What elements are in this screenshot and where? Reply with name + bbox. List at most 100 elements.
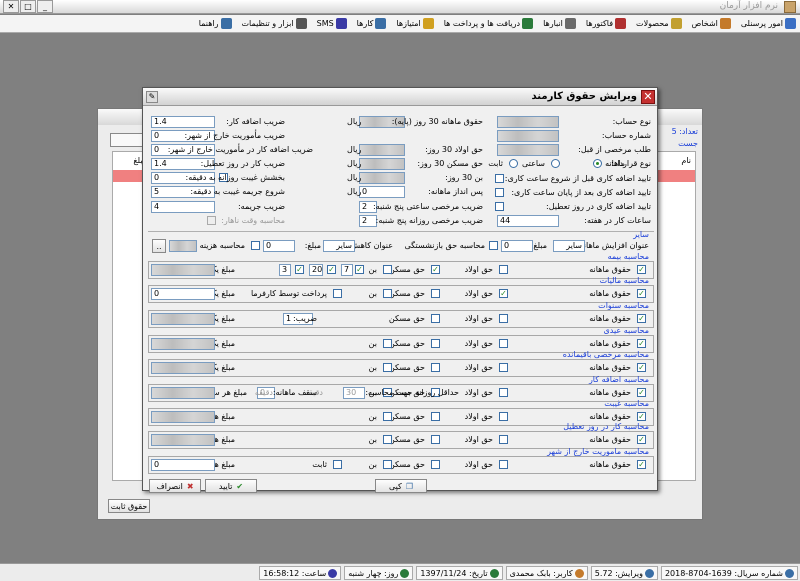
savings-field[interactable]: 0	[359, 186, 405, 198]
cancel-button[interactable]: ✖ انصراف	[149, 479, 201, 493]
group-3-base-checkbox[interactable]: ✓	[637, 339, 646, 348]
work-hours-field[interactable]: 44	[497, 215, 559, 227]
internal-cost-checkbox[interactable]	[251, 241, 260, 250]
browse-button[interactable]: ..	[152, 239, 166, 253]
radio-fixed[interactable]	[509, 159, 518, 168]
group-4-child-checkbox[interactable]	[499, 363, 508, 372]
group-0-housing-checkbox[interactable]: ✓	[431, 265, 440, 274]
bon-field[interactable]: x	[359, 172, 405, 184]
group-2-amount-field[interactable]: x	[151, 313, 215, 325]
account-number-field[interactable]: x	[497, 130, 559, 142]
group-7-amount-field[interactable]: x	[151, 434, 215, 446]
group-1-child-checkbox[interactable]: ✓	[499, 289, 508, 298]
group-2-housing-checkbox[interactable]	[431, 314, 440, 323]
currency-label: ریال	[347, 117, 362, 126]
group-8-fixed-checkbox[interactable]	[333, 460, 342, 469]
confirm-after-end-checkbox[interactable]	[495, 188, 504, 197]
menu-item-10[interactable]: راهنما	[199, 18, 232, 29]
group-4-base-checkbox[interactable]: ✓	[637, 363, 646, 372]
housing-field[interactable]: x	[359, 158, 405, 170]
confirm-holiday-checkbox[interactable]	[495, 202, 504, 211]
group-4-housing-checkbox[interactable]	[431, 363, 440, 372]
menu-item-8[interactable]: SMS	[317, 18, 347, 29]
menu-item-6[interactable]: امتیازها	[396, 18, 434, 29]
group-4-amount-field[interactable]: x	[151, 362, 215, 374]
menu-item-4[interactable]: انبارها	[543, 18, 576, 29]
group-2-base-checkbox[interactable]: ✓	[637, 314, 646, 323]
group-1-employer-checkbox[interactable]	[333, 289, 342, 298]
group-8-amount-field[interactable]: 0	[151, 459, 215, 471]
group-1-housing-checkbox[interactable]	[431, 289, 440, 298]
group-2-child-checkbox[interactable]	[499, 314, 508, 323]
person-icon	[719, 18, 731, 29]
copy-button[interactable]: ❐ کپی	[375, 479, 427, 493]
group-8-bon-checkbox[interactable]	[383, 460, 392, 469]
group-3-child-checkbox[interactable]	[499, 339, 508, 348]
radio-monthly[interactable]	[593, 159, 602, 168]
overtime-coef-field[interactable]: 1.4	[151, 116, 215, 128]
group-0-v3-checkbox[interactable]: ✓	[295, 265, 304, 274]
menu-item-0[interactable]: امور پرسنلی	[741, 18, 796, 29]
decrease-select[interactable]: سایر	[323, 240, 355, 252]
increase-select[interactable]: سایر	[553, 240, 585, 252]
fixed-salary-button[interactable]: حقوق ثابت	[108, 499, 150, 513]
group-0-v2-checkbox[interactable]: ✓	[327, 265, 336, 274]
group-7-base-checkbox[interactable]: ✓	[637, 435, 646, 444]
group-1-amount-field[interactable]: 0	[151, 288, 215, 300]
group-3-housing-checkbox[interactable]	[431, 339, 440, 348]
group-0-bon-checkbox[interactable]	[383, 265, 392, 274]
child-allowance-field[interactable]: x	[359, 144, 405, 156]
radio-hourly[interactable]	[551, 159, 560, 168]
menu-item-3[interactable]: فاکتورها	[586, 18, 627, 29]
group-3-amount-field[interactable]: x	[151, 338, 215, 350]
group-8-housing-checkbox[interactable]	[431, 460, 440, 469]
daily-leave-coef-field[interactable]: 2	[359, 215, 377, 227]
menu-item-1[interactable]: اشخاص	[692, 18, 731, 29]
prev-leave-field[interactable]: x	[497, 144, 559, 156]
group-8-base-checkbox[interactable]: ✓	[637, 460, 646, 469]
group-5-amount-field[interactable]: x	[151, 387, 215, 399]
group-7-child-checkbox[interactable]	[499, 435, 508, 444]
group-4-bon-checkbox[interactable]	[383, 363, 392, 372]
group-0-base-checkbox[interactable]: ✓	[637, 265, 646, 274]
menu-item-9[interactable]: ابزار و تنظیمات	[242, 18, 307, 29]
group-6-base-checkbox[interactable]: ✓	[637, 412, 646, 421]
ok-button[interactable]: ✔ تایید	[205, 479, 257, 493]
group-5-base-checkbox[interactable]: ✓	[637, 388, 646, 397]
group-0-v2-field[interactable]: 20	[309, 264, 323, 276]
group-0-v3-field[interactable]: 3	[279, 264, 291, 276]
group-6-child-checkbox[interactable]	[499, 412, 508, 421]
minimize-icon[interactable]: _	[37, 0, 53, 13]
group-0-v1-field[interactable]: 7	[341, 264, 353, 276]
increase-amount-field[interactable]: 0	[501, 240, 533, 252]
maximize-icon[interactable]: □	[20, 0, 36, 13]
selected-row-right[interactable]	[657, 170, 695, 182]
star-icon	[422, 18, 434, 29]
group-5-child-checkbox[interactable]	[499, 388, 508, 397]
group-7-housing-checkbox[interactable]	[431, 435, 440, 444]
internal-cost-field[interactable]: x	[169, 240, 197, 252]
group-6-amount-field[interactable]: x	[151, 411, 215, 423]
group-1-bon-checkbox[interactable]	[383, 289, 392, 298]
group-6-bon-checkbox[interactable]	[383, 412, 392, 421]
group-5-min-field[interactable]: 30	[343, 387, 365, 399]
close-icon[interactable]: ✕	[3, 0, 19, 13]
lunch-time-checkbox[interactable]	[207, 216, 216, 225]
group-3-bon-checkbox[interactable]	[383, 339, 392, 348]
group-7-bon-checkbox[interactable]	[383, 435, 392, 444]
group-0-amount-field[interactable]: x	[151, 264, 215, 276]
group-0-child-checkbox[interactable]	[499, 265, 508, 274]
group-6-housing-checkbox[interactable]	[431, 412, 440, 421]
menu-item-2[interactable]: محصولات	[636, 18, 682, 29]
confirm-before-start-checkbox[interactable]	[495, 174, 504, 183]
close-icon[interactable]: ✕	[641, 90, 655, 104]
group-0-v1-checkbox[interactable]: ✓	[355, 265, 364, 274]
menu-item-5[interactable]: دریافت ها و پرداخت ها	[444, 18, 534, 29]
group-8-child-checkbox[interactable]	[499, 460, 508, 469]
penalty-coef-field[interactable]: 4	[151, 201, 215, 213]
retirement-checkbox[interactable]	[489, 241, 498, 250]
decrease-amount-field[interactable]: 0	[263, 240, 295, 252]
menu-item-7[interactable]: کارها	[357, 18, 387, 29]
account-type-field[interactable]: x	[497, 116, 559, 128]
group-1-base-checkbox[interactable]: ✓	[637, 289, 646, 298]
